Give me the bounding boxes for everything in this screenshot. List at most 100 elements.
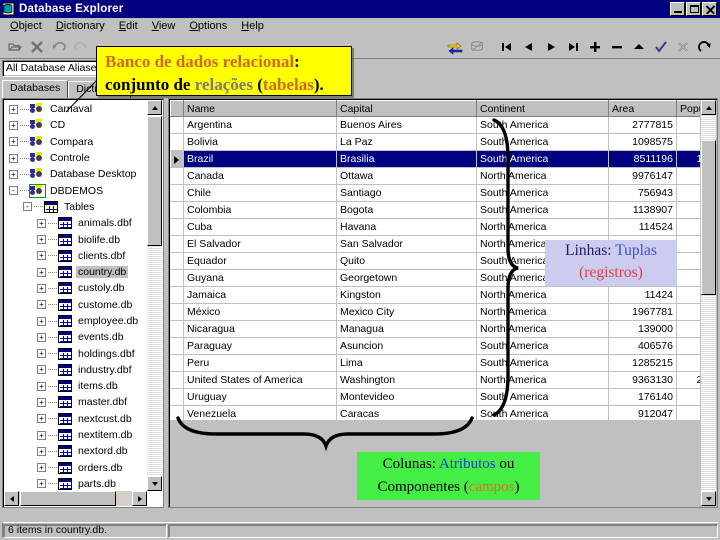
collapse-icon[interactable]: -	[9, 186, 18, 196]
cell-population[interactable]: 10600000	[676, 252, 700, 270]
cell-population[interactable]: 19700000	[676, 405, 700, 420]
cell-area[interactable]: 9976147	[608, 167, 677, 185]
cell-name[interactable]: Peru	[183, 354, 337, 372]
cell-name[interactable]: Jamaica	[183, 286, 337, 304]
cell-name[interactable]: Bolivia	[183, 133, 337, 151]
cell-capital[interactable]: Santiago	[336, 184, 477, 202]
close-button[interactable]	[702, 2, 717, 16]
cell-capital[interactable]: Quito	[336, 252, 477, 270]
cell-area[interactable]: 11424	[608, 286, 677, 304]
expand-icon[interactable]: +	[37, 397, 46, 407]
table-row[interactable]: NicaraguaManaguaNorth America13900039000…	[170, 320, 700, 338]
tree-node[interactable]: + parts.db	[3, 476, 149, 492]
grid-scroll-up-button[interactable]	[701, 100, 716, 115]
row-indicator[interactable]	[170, 218, 184, 236]
table-row[interactable]: CubaHavanaNorth America11452410600000	[170, 218, 700, 236]
column-header-name[interactable]: Name	[183, 100, 337, 117]
cell-capital[interactable]: Brasilia	[336, 150, 477, 168]
column-header-capital[interactable]: Capital	[336, 100, 477, 117]
row-indicator[interactable]	[170, 286, 184, 304]
column-header-area[interactable]: Area	[608, 100, 677, 117]
cell-population[interactable]: 32300003	[676, 116, 700, 134]
cell-population[interactable]: 2500000	[676, 286, 700, 304]
cell-area[interactable]: 114524	[608, 218, 677, 236]
cell-area[interactable]: 406576	[608, 337, 677, 355]
tree-scroll-right-button[interactable]	[132, 491, 147, 506]
cell-capital[interactable]: Havana	[336, 218, 477, 236]
open-icon[interactable]	[5, 37, 25, 57]
column-header-continent[interactable]: Continent	[476, 100, 609, 117]
table-row[interactable]: ColombiaBogotaSouth America1138907330000…	[170, 201, 700, 219]
cell-area[interactable]: 9363130	[608, 371, 677, 389]
cell-area[interactable]: 756943	[608, 184, 677, 202]
cell-capital[interactable]: Asuncion	[336, 337, 477, 355]
tree-node[interactable]: + nextcust.db	[3, 411, 149, 427]
tree-node[interactable]: + clients.dbf	[3, 248, 149, 264]
cell-name[interactable]: Uruguay	[183, 388, 337, 406]
expand-icon[interactable]: +	[37, 381, 46, 391]
tree-horizontal-scrollbar[interactable]	[4, 491, 147, 506]
tree-node[interactable]: + country.db	[3, 264, 149, 280]
cell-area[interactable]: 1138907	[608, 201, 677, 219]
expand-icon[interactable]: +	[9, 137, 18, 147]
menu-help[interactable]: Help	[234, 19, 271, 33]
table-row[interactable]: PeruLimaSouth America128521521000000	[170, 354, 700, 372]
cell-population[interactable]: 800000	[676, 269, 700, 287]
tree-node[interactable]: + custoly.db	[3, 280, 149, 296]
row-indicator[interactable]	[170, 133, 184, 151]
menu-object[interactable]: OObjectbject	[3, 19, 49, 33]
object-tree[interactable]: + Carnaval + CD + Compara + Controle + Database D…	[3, 99, 149, 493]
tree-node[interactable]: + industry.dbf	[3, 362, 149, 378]
expand-icon[interactable]: +	[37, 365, 46, 375]
refresh-data-icon[interactable]	[695, 37, 715, 57]
delete-record-icon[interactable]	[607, 37, 627, 57]
tree-node[interactable]: + nextord.db	[3, 443, 149, 459]
cell-population[interactable]: 26500000	[676, 167, 700, 185]
cell-population[interactable]: 21000000	[676, 354, 700, 372]
row-indicator[interactable]	[170, 235, 184, 253]
cell-population[interactable]: 3002000	[676, 388, 700, 406]
last-record-icon[interactable]	[563, 37, 583, 57]
post-edit-icon[interactable]	[651, 37, 671, 57]
tab-databases[interactable]: Databases	[2, 80, 69, 98]
expand-icon[interactable]: +	[9, 169, 18, 179]
cell-area[interactable]: 139000	[608, 320, 677, 338]
cell-capital[interactable]: Mexico City	[336, 303, 477, 321]
row-indicator[interactable]	[170, 201, 184, 219]
row-indicator[interactable]	[170, 116, 184, 134]
tree-node[interactable]: + animals.dbf	[3, 215, 149, 231]
cell-population[interactable]: 7300000	[676, 133, 700, 151]
menu-options[interactable]: Options	[182, 19, 234, 33]
expand-icon[interactable]: +	[37, 430, 46, 440]
row-indicator[interactable]	[170, 354, 184, 372]
tree-node[interactable]: + nextitem.db	[3, 427, 149, 443]
menu-view[interactable]: View	[145, 19, 183, 33]
menu-edit[interactable]: Edit	[112, 19, 145, 33]
tree-node[interactable]: + biolife.db	[3, 231, 149, 247]
expand-icon[interactable]: +	[37, 235, 46, 245]
tree-vertical-scrollbar[interactable]	[147, 100, 162, 491]
cell-name[interactable]: Chile	[183, 184, 337, 202]
next-record-icon[interactable]	[541, 37, 561, 57]
expand-icon[interactable]: +	[9, 153, 18, 163]
first-record-icon[interactable]	[497, 37, 517, 57]
edit-record-icon[interactable]	[629, 37, 649, 57]
cell-population[interactable]: 88600000	[676, 303, 700, 321]
refresh-icon[interactable]	[445, 37, 465, 57]
cell-name[interactable]: Argentina	[183, 116, 337, 134]
tree-node[interactable]: - Tables	[3, 199, 149, 215]
table-row[interactable]: United States of America Washington North …	[170, 371, 700, 389]
tree-node[interactable]: + custome.db	[3, 297, 149, 313]
expand-icon[interactable]: +	[37, 316, 46, 326]
tree-node[interactable]: + Database Desktop	[3, 166, 149, 182]
insert-record-icon[interactable]	[585, 37, 605, 57]
cell-name[interactable]: United States of America	[183, 371, 337, 389]
minimize-button[interactable]	[670, 2, 685, 16]
expand-icon[interactable]: +	[37, 300, 46, 310]
expand-icon[interactable]: +	[37, 479, 46, 489]
tree-node[interactable]: + orders.db	[3, 460, 149, 476]
expand-icon[interactable]: +	[37, 332, 46, 342]
cell-area[interactable]: 8511196	[608, 150, 677, 168]
tree-scroll-down-button[interactable]	[147, 476, 162, 491]
tree-node[interactable]: + events.db	[3, 329, 149, 345]
